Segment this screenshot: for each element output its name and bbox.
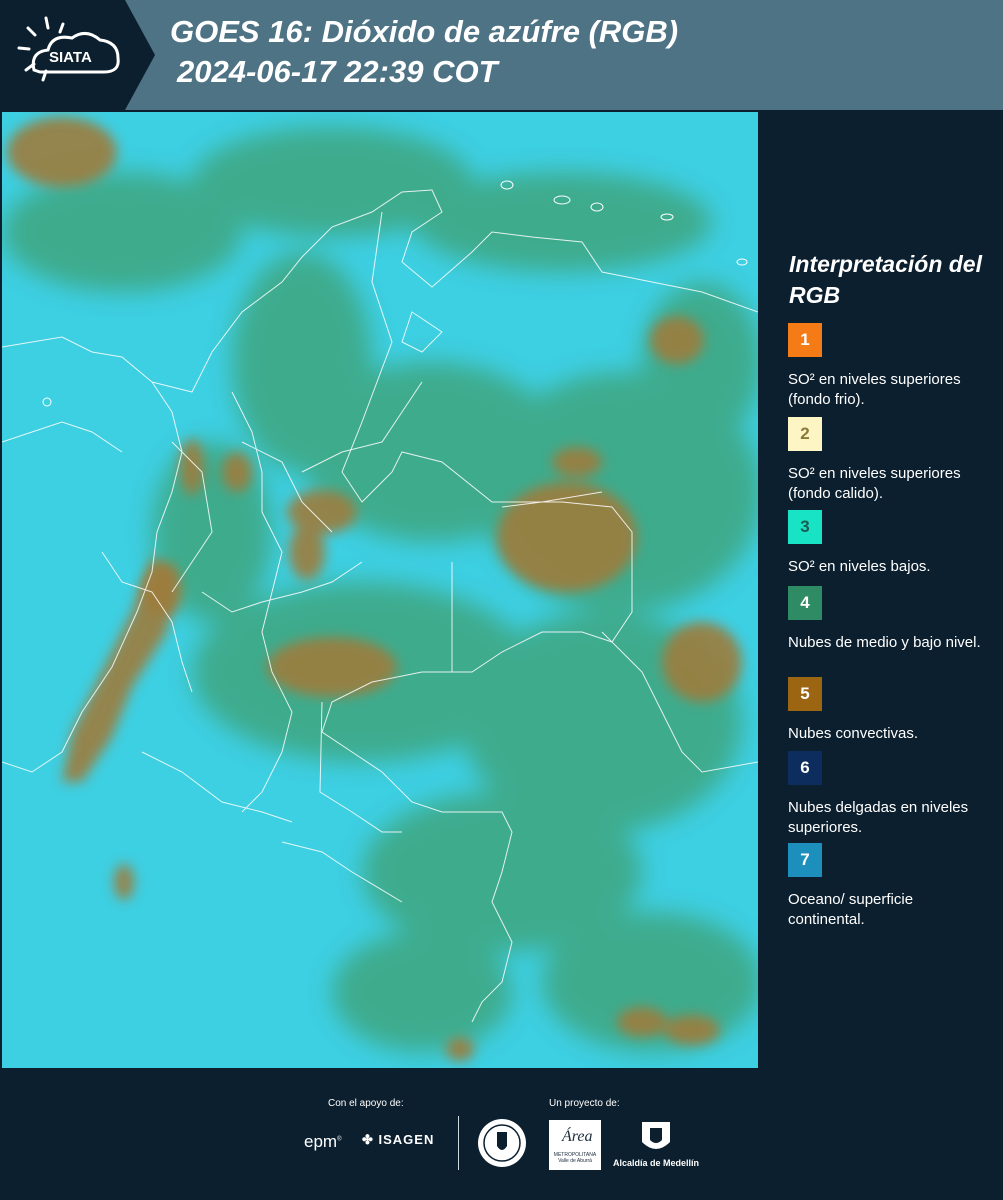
legend-swatch: 6 — [788, 751, 822, 785]
legend-label: SO² en niveles superiores (fondo frio). — [788, 371, 961, 408]
area-metropolitana-logo: Área METROPOLITANA Valle de Aburrá — [549, 1120, 601, 1170]
legend-label: Oceano/ superficie continental. — [788, 891, 914, 928]
legend-title: Interpretación del RGB — [789, 251, 982, 308]
footer: Con el apoyo de: Un proyecto de: epm® ✤ … — [0, 1070, 1003, 1200]
legend-label: Nubes de medio y bajo nivel. — [788, 634, 981, 651]
medellin-seal-icon — [478, 1119, 526, 1167]
epm-logo-text: epm — [304, 1132, 338, 1151]
epm-logo: epm® — [304, 1132, 342, 1151]
legend-item-3: 3 SO² en niveles bajos. — [788, 510, 993, 577]
legend-label: SO² en niveles superiores (fondo calido)… — [788, 465, 961, 502]
page-title: GOES 16: Dióxido de azúfre (RGB) — [170, 14, 679, 49]
legend-item-5: 5 Nubes convectivas. — [788, 677, 993, 744]
support-label: Con el apoyo de: — [328, 1098, 404, 1109]
legend-swatch: 7 — [788, 843, 822, 877]
alcaldia-shield-icon — [642, 1122, 670, 1149]
legend-swatch: 2 — [788, 417, 822, 451]
legend-item-7: 7 Oceano/ superficie continental. — [788, 843, 993, 930]
footer-divider — [458, 1116, 459, 1170]
siata-logo: SIATA — [0, 0, 155, 110]
legend-label: Nubes delgadas en niveles superiores. — [788, 799, 969, 836]
legend-swatch: 3 — [788, 510, 822, 544]
legend-swatch: 1 — [788, 323, 822, 357]
legend-panel: Interpretación del RGB 1 SO² en niveles … — [760, 112, 1003, 1068]
legend-item-6: 6 Nubes delgadas en niveles superiores. — [788, 751, 993, 838]
project-label: Un proyecto de: — [549, 1098, 620, 1109]
timestamp: 2024-06-17 22:39 COT — [177, 54, 498, 89]
satellite-map — [2, 112, 758, 1068]
legend-label: SO² en niveles bajos. — [788, 558, 931, 575]
isagen-logo: ✤ ISAGEN — [362, 1132, 435, 1147]
area-logo-subtext: METROPOLITANA Valle de Aburrá — [553, 1152, 597, 1164]
legend-item-1: 1 SO² en niveles superiores (fondo frio)… — [788, 323, 993, 410]
siata-logo-text: SIATA — [49, 49, 92, 66]
header-bar: SIATA GOES 16: Dióxido de azúfre (RGB) 2… — [0, 0, 1003, 110]
legend-swatch: 5 — [788, 677, 822, 711]
legend-item-4: 4 Nubes de medio y bajo nivel. — [788, 586, 993, 653]
area-logo-text: Área — [562, 1128, 593, 1145]
legend-item-2: 2 SO² en niveles superiores (fondo calid… — [788, 417, 993, 504]
alcaldia-label: Alcaldía de Medellín — [613, 1158, 700, 1168]
legend-swatch: 4 — [788, 586, 822, 620]
legend-label: Nubes convectivas. — [788, 725, 919, 742]
isagen-logo-text: ISAGEN — [378, 1132, 435, 1147]
